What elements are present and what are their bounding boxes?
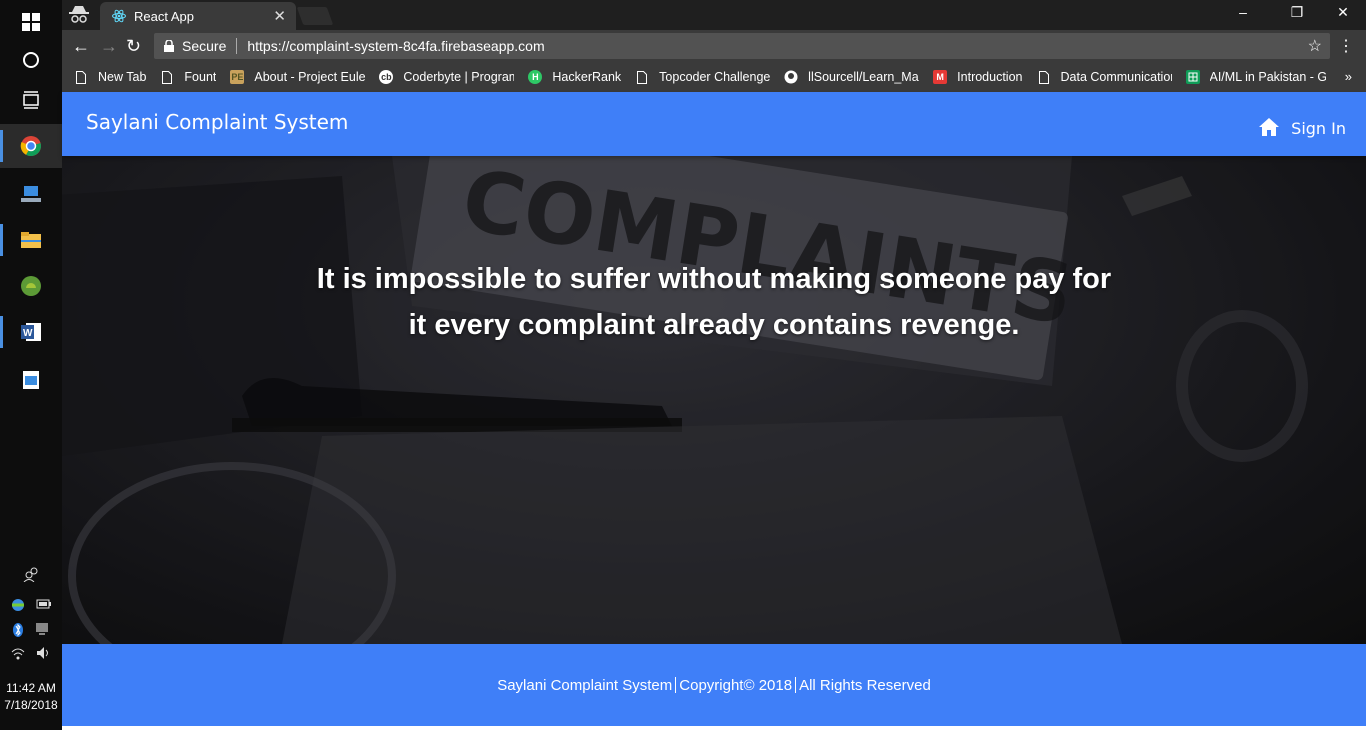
bookmark-item[interactable]: Data Communication (1037, 70, 1172, 84)
address-bar[interactable]: Secure https://complaint-system-8c4fa.fi… (154, 33, 1330, 59)
hero-section: COMPLAINTS It is impossible to suffer wi… (62, 156, 1366, 644)
word-icon[interactable]: W (0, 310, 62, 354)
quote-line-1: It is impossible to suffer without makin… (316, 263, 1112, 295)
clock-time: 11:42 AM (6, 681, 56, 695)
bookmarks-bar: New Tab Fount PE About - Project Euler c… (62, 62, 1366, 92)
bookmark-item[interactable]: llSourcell/Learn_Mac (784, 70, 919, 84)
new-tab-button[interactable] (296, 7, 334, 25)
display-icon[interactable] (34, 622, 50, 636)
tray-icons-row-3 (0, 646, 62, 660)
reload-icon[interactable]: ↻ (126, 37, 141, 55)
github-icon (784, 70, 798, 84)
bookmark-label: Introduction (957, 70, 1023, 84)
maximize-icon[interactable]: ❐ (1282, 4, 1312, 21)
lock-icon (164, 40, 174, 52)
bluetooth-icon[interactable] (12, 622, 24, 638)
bookmark-item[interactable]: AI/ML in Pakistan - G (1185, 70, 1326, 84)
bookmark-label: Coderbyte | Program (403, 70, 515, 84)
browser-window: React App ✕ – ❐ ✕ ← → ↻ Secure https://c… (62, 0, 1366, 730)
close-window-icon[interactable]: ✕ (1328, 4, 1358, 21)
app-header: Saylani Complaint System Sign In (62, 92, 1366, 156)
bookmark-item[interactable]: H HackerRank (528, 70, 621, 84)
bookmark-item[interactable]: Topcoder Challenges (635, 70, 770, 84)
bookmark-item[interactable]: cb Coderbyte | Program (379, 70, 514, 84)
footer-rights: All Rights Reserved (799, 676, 931, 694)
quote-line-2: it every complaint already contains reve… (408, 309, 1020, 341)
bookmark-item[interactable]: PE About - Project Euler (230, 70, 365, 84)
incognito-icon (69, 6, 89, 23)
bookmarks-overflow-icon[interactable]: » (1345, 69, 1352, 84)
app-footer: Saylani Complaint System Copyright© 2018… (62, 644, 1366, 726)
page-icon (1037, 70, 1051, 84)
battery-icon[interactable] (36, 598, 52, 610)
footer-copyright: Copyright© 2018 (679, 676, 793, 694)
browser-tab[interactable]: React App ✕ (100, 2, 296, 30)
secure-label: Secure (182, 38, 227, 54)
sign-in-button[interactable]: Sign In (1291, 119, 1346, 138)
bookmark-label: About - Project Euler (254, 70, 366, 84)
clock-date: 7/18/2018 (4, 698, 58, 712)
tray-icons-row-1 (0, 598, 62, 612)
back-arrow-icon[interactable]: ← (72, 37, 90, 55)
bookmark-label: New Tab (98, 70, 147, 84)
bookmark-star-icon[interactable]: ☆ (1308, 36, 1322, 56)
minimize-icon[interactable]: – (1228, 4, 1258, 20)
hackerrank-icon: H (528, 70, 543, 84)
cortana-search-icon[interactable] (0, 38, 62, 82)
m-icon: M (933, 70, 948, 84)
tab-close-icon[interactable]: ✕ (273, 7, 286, 25)
bookmark-label: Data Communication (1060, 70, 1172, 84)
photos-icon[interactable] (0, 358, 62, 402)
bookmark-item[interactable]: M Introduction (933, 70, 1023, 84)
computer-taskbar-icon[interactable] (0, 172, 62, 216)
wifi-icon[interactable] (10, 646, 26, 660)
page-icon (635, 70, 649, 84)
windows-taskbar: W 11:42 AM 7/18/2018 (0, 0, 62, 730)
coderbyte-icon: cb (379, 70, 394, 84)
page-icon (160, 70, 174, 84)
web-page: Saylani Complaint System Sign In COMPLAI… (62, 92, 1366, 730)
volume-icon[interactable] (36, 646, 52, 660)
task-view-icon[interactable] (0, 78, 62, 122)
bookmark-label: Topcoder Challenges (659, 70, 771, 84)
bookmark-label: AI/ML in Pakistan - G (1209, 70, 1326, 84)
android-studio-icon[interactable] (0, 264, 62, 308)
tray-icons-row-2 (0, 622, 62, 638)
people-icon[interactable] (0, 566, 62, 582)
footer-brand: Saylani Complaint System (497, 676, 673, 694)
svg-text:W: W (23, 328, 33, 339)
network-globe-icon[interactable] (10, 598, 26, 612)
footer-divider (675, 677, 677, 693)
browser-menu-icon[interactable]: ⋮ (1338, 36, 1354, 56)
bookmark-item[interactable]: Fount (160, 70, 216, 84)
bookmark-item[interactable]: New Tab (74, 70, 146, 84)
hero-quote: It is impossible to suffer without makin… (214, 256, 1214, 348)
hero-background-image: COMPLAINTS (62, 156, 1366, 644)
chrome-taskbar-icon[interactable] (0, 124, 62, 168)
system-clock[interactable]: 11:42 AM 7/18/2018 (0, 680, 62, 714)
project-euler-icon: PE (230, 70, 245, 84)
tab-title: React App (134, 8, 194, 24)
home-icon[interactable] (1258, 117, 1280, 137)
bookmark-label: llSourcell/Learn_Mac (808, 70, 920, 84)
sheets-icon (1185, 70, 1200, 84)
omnibox-divider (236, 38, 238, 54)
footer-divider (795, 677, 797, 693)
react-icon (112, 9, 126, 23)
file-explorer-icon[interactable] (0, 218, 62, 262)
bookmark-label: HackerRank (552, 70, 622, 84)
browser-toolbar: ← → ↻ Secure https://complaint-system-8c… (62, 30, 1366, 62)
url-text[interactable]: https://complaint-system-8c4fa.firebasea… (247, 38, 544, 54)
page-icon (74, 70, 88, 84)
bookmark-label: Fount (184, 70, 217, 84)
app-brand[interactable]: Saylani Complaint System (86, 110, 348, 134)
forward-arrow-icon[interactable]: → (100, 37, 118, 55)
browser-titlebar: React App ✕ – ❐ ✕ (62, 0, 1366, 30)
